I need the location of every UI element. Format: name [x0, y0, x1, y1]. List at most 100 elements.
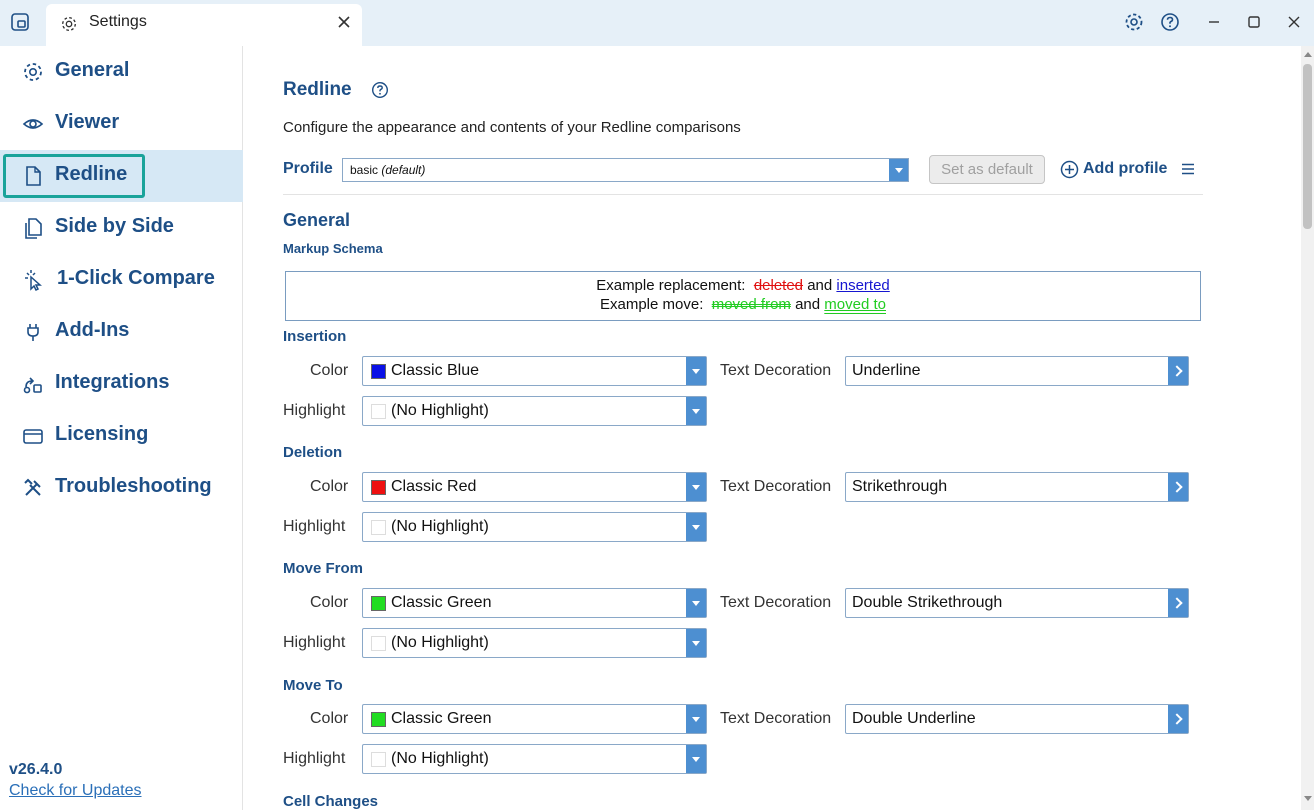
color-label: Color [310, 594, 349, 611]
divider [283, 194, 1203, 195]
selected-color: Classic Red [391, 478, 477, 495]
scroll-thumb[interactable] [1303, 64, 1312, 229]
chevron-down-icon[interactable] [686, 397, 706, 425]
help-icon[interactable] [371, 81, 389, 99]
color-swatch [371, 636, 386, 651]
chevron-down-icon[interactable] [686, 705, 706, 733]
help-icon[interactable] [1160, 12, 1180, 32]
page-description: Configure the appearance and contents of… [283, 119, 741, 136]
sidebar-item-side-by-side[interactable]: Side by Side [0, 202, 243, 254]
selected-highlight: (No Highlight) [391, 518, 489, 535]
chevron-right-icon[interactable] [1168, 705, 1188, 733]
color-swatch [371, 404, 386, 419]
insertion-highlight-dropdown[interactable]: (No Highlight) [362, 396, 707, 426]
profile-dropdown[interactable]: basic (default) [342, 158, 909, 182]
sidebar-item-label: General [55, 59, 130, 81]
group-title-move-from: Move From [283, 560, 364, 577]
hamburger-menu-icon[interactable] [1180, 161, 1196, 177]
text-decoration-label: Text Decoration [720, 594, 832, 611]
example-move: Example move: moved from and moved to [600, 296, 886, 313]
move-to-highlight-dropdown[interactable]: (No Highlight) [362, 744, 707, 774]
selected-color: Classic Green [391, 594, 492, 611]
main-panel: Redline Configure the appearance and con… [243, 46, 1301, 810]
selected-color: Classic Blue [391, 362, 480, 379]
title-bar: Settings [0, 0, 1314, 46]
move-to-text-decoration-field[interactable]: Double Underline [845, 704, 1189, 734]
vertical-scrollbar[interactable] [1301, 46, 1314, 810]
scroll-down-arrow-icon[interactable] [1304, 796, 1312, 801]
sidebar-item-general[interactable]: General [0, 46, 243, 98]
gear-icon [24, 63, 42, 81]
highlight-label: Highlight [283, 518, 346, 535]
set-as-default-button[interactable]: Set as default [929, 155, 1045, 184]
deletion-text-decoration-field[interactable]: Strikethrough [845, 472, 1189, 502]
highlight-label: Highlight [283, 750, 346, 767]
chevron-down-icon[interactable] [686, 513, 706, 541]
move-from-text-decoration-field[interactable]: Double Strikethrough [845, 588, 1189, 618]
chevron-right-icon[interactable] [1168, 473, 1188, 501]
deletion-highlight-dropdown[interactable]: (No Highlight) [362, 512, 707, 542]
close-tab-icon[interactable] [336, 14, 352, 30]
page-title: Redline [283, 79, 352, 100]
sidebar-item-label: Add-Ins [55, 319, 130, 341]
minimize-icon[interactable] [1204, 12, 1224, 32]
move-from-color-dropdown[interactable]: Classic Green [362, 588, 707, 618]
move-from-highlight-dropdown[interactable]: (No Highlight) [362, 628, 707, 658]
chevron-down-icon[interactable] [686, 357, 706, 385]
chevron-down-icon[interactable] [889, 159, 908, 181]
selected-highlight: (No Highlight) [391, 402, 489, 419]
sidebar-item-licensing[interactable]: Licensing [0, 410, 243, 462]
insertion-color-dropdown[interactable]: Classic Blue [362, 356, 707, 386]
sidebar-item-label: Viewer [55, 111, 120, 133]
chevron-down-icon[interactable] [686, 629, 706, 657]
close-icon[interactable] [1284, 12, 1304, 32]
color-label: Color [310, 478, 349, 495]
check-for-updates-link[interactable]: Check for Updates [9, 782, 142, 800]
settings-icon[interactable] [1124, 12, 1144, 32]
highlight-label: Highlight [283, 402, 346, 419]
chevron-down-icon[interactable] [686, 745, 706, 773]
sidebar-item-integrations[interactable]: Integrations [0, 358, 243, 410]
color-swatch [371, 712, 386, 727]
card-icon [23, 429, 43, 444]
sidebar-item-add-ins[interactable]: Add-Ins [0, 306, 243, 358]
profile-selected-value: basic (default) [350, 163, 426, 177]
sidebar-item-label: Troubleshooting [55, 475, 212, 497]
sidebar-item-viewer[interactable]: Viewer [0, 98, 243, 150]
example-replacement: Example replacement: deleted and inserte… [596, 277, 890, 294]
sidebar-item-1-click-compare[interactable]: 1-Click Compare [0, 254, 243, 306]
highlight-label: Highlight [283, 634, 346, 651]
section-title-general: General [283, 210, 351, 230]
sidebar-item-label: Side by Side [55, 215, 174, 237]
sidebar-item-troubleshooting[interactable]: Troubleshooting [0, 462, 243, 514]
text-decoration-label: Text Decoration [720, 710, 832, 727]
chevron-down-icon[interactable] [686, 473, 706, 501]
color-label: Color [310, 710, 349, 727]
scroll-up-arrow-icon[interactable] [1304, 52, 1312, 57]
maximize-icon[interactable] [1244, 12, 1264, 32]
insertion-text-decoration-field[interactable]: Underline [845, 356, 1189, 386]
plug-icon [27, 324, 39, 341]
color-swatch [371, 596, 386, 611]
eye-icon [22, 119, 44, 129]
color-swatch [371, 752, 386, 767]
sidebar-item-redline[interactable]: Redline [0, 150, 243, 202]
chevron-down-icon[interactable] [686, 589, 706, 617]
chevron-right-icon[interactable] [1168, 357, 1188, 385]
selected-decoration: Double Strikethrough [852, 594, 1003, 611]
markup-schema-preview: Example replacement: deleted and inserte… [285, 271, 1201, 321]
text-decoration-label: Text Decoration [720, 478, 832, 495]
chevron-right-icon[interactable] [1168, 589, 1188, 617]
deletion-color-dropdown[interactable]: Classic Red [362, 472, 707, 502]
selected-highlight: (No Highlight) [391, 750, 489, 767]
selected-color: Classic Green [391, 710, 492, 727]
move-to-color-dropdown[interactable]: Classic Green [362, 704, 707, 734]
text-decoration-label: Text Decoration [720, 362, 832, 379]
group-title-insertion: Insertion [283, 328, 347, 345]
app-icon[interactable] [10, 12, 30, 32]
tools-icon [24, 478, 41, 496]
tab-settings[interactable]: Settings [46, 4, 362, 46]
version-label: v26.4.0 [9, 761, 63, 778]
color-swatch [371, 520, 386, 535]
color-swatch [371, 364, 386, 379]
